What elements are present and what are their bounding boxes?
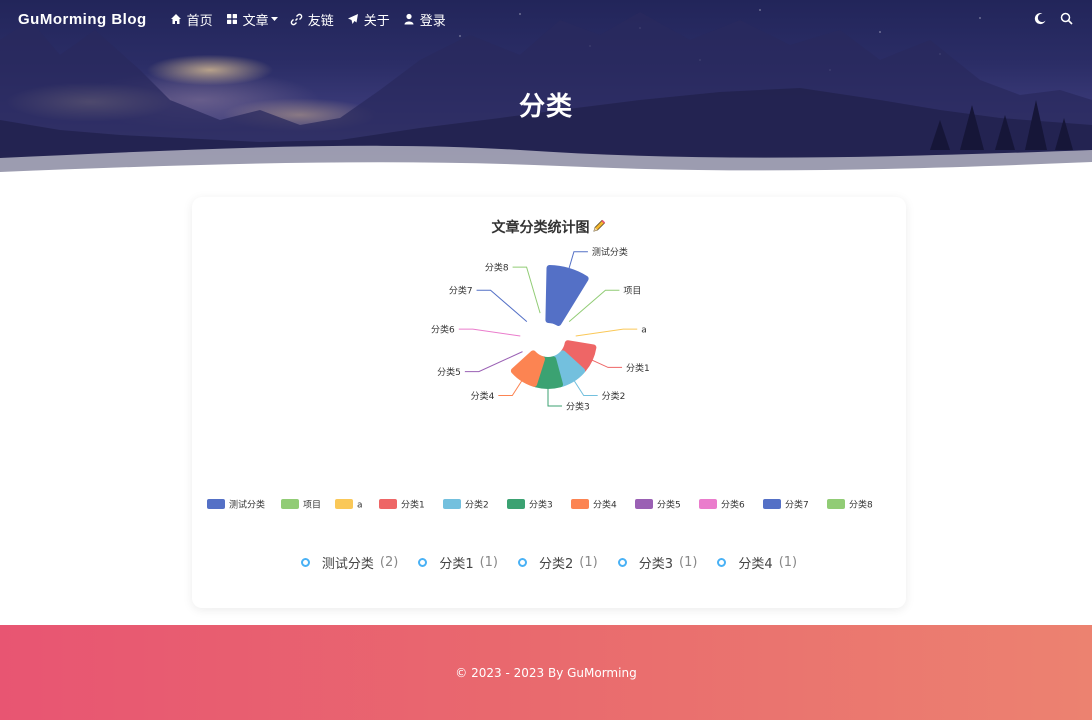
legend-swatch[interactable] — [763, 499, 781, 509]
caret-down-icon — [270, 16, 278, 22]
legend-swatch[interactable] — [827, 499, 845, 509]
label-leader-line — [575, 328, 638, 337]
label-leader-line — [591, 359, 623, 368]
nav-item-label: 首页 — [186, 13, 213, 29]
user-icon — [402, 12, 416, 26]
legend-label[interactable]: a — [357, 501, 363, 511]
legend-label[interactable]: 分类4 — [593, 499, 617, 511]
circle-icon — [617, 558, 627, 567]
slice-label: 分类6 — [431, 324, 455, 336]
circle-icon — [717, 558, 727, 567]
legend-swatch[interactable] — [443, 499, 461, 509]
link-icon — [290, 12, 304, 26]
category-item[interactable]: 分类2 (1) — [518, 553, 598, 572]
legend-swatch[interactable] — [207, 499, 225, 509]
category-item[interactable]: 分类1 (1) — [418, 553, 498, 572]
category-count: (1) — [679, 555, 698, 570]
site-brand[interactable]: GuMorming Blog — [18, 11, 147, 28]
legend-label[interactable]: 项目 — [303, 500, 321, 511]
nav-item-login[interactable]: 登录 — [402, 10, 446, 29]
category-list: 测试分类 (2) 分类1 (1) 分类2 (1) 分类3 (1) 分类4 (1) — [192, 553, 906, 572]
legend-label[interactable]: 分类6 — [721, 499, 745, 511]
category-count: (1) — [479, 555, 499, 570]
nav-item-about[interactable]: 关于 — [346, 10, 390, 29]
circle-icon — [418, 558, 428, 567]
slice-label: 分类3 — [566, 401, 590, 413]
top-navigation: GuMorming Blog 首页 文章 友链 关于 登录 — [0, 0, 1092, 38]
legend-swatch[interactable] — [379, 499, 397, 509]
slice-label: 分类2 — [602, 390, 626, 402]
rose-slice[interactable] — [510, 350, 545, 387]
label-leader-line — [476, 289, 528, 323]
slice-label: 项目 — [623, 286, 641, 297]
label-leader-line — [512, 266, 541, 314]
grid-icon — [225, 12, 239, 26]
nav-item-home[interactable]: 首页 — [169, 10, 213, 29]
slice-label: 分类5 — [437, 366, 461, 378]
category-name: 分类2 — [539, 557, 574, 572]
category-item[interactable]: 分类3 (1) — [617, 553, 698, 572]
nav-item-links[interactable]: 友链 — [290, 10, 334, 29]
legend-swatch[interactable] — [507, 499, 525, 509]
nav-item-label: 关于 — [363, 13, 390, 29]
label-leader-line — [498, 380, 523, 397]
category-card: 文章分类统计图 测试分类 项目 a 分类1 分类2 分类3 分类4 分类5 分类6 分类7 分类8 测… — [192, 197, 906, 608]
paper-plane-icon — [346, 12, 360, 26]
nav-item-label: 文章 — [242, 13, 269, 29]
legend-swatch[interactable] — [699, 499, 717, 509]
legend-label[interactable]: 分类5 — [657, 499, 681, 511]
category-name: 分类1 — [439, 557, 474, 572]
legend-label[interactable]: 分类8 — [849, 499, 873, 511]
legend-label[interactable]: 分类7 — [785, 499, 809, 511]
page-header: GuMorming Blog 首页 文章 友链 关于 登录 分类 — [0, 0, 1092, 182]
slice-label: 测试分类 — [592, 246, 628, 258]
label-leader-line — [458, 328, 521, 337]
nav-item-label: 友链 — [307, 13, 334, 29]
legend-swatch[interactable] — [571, 499, 589, 509]
category-name: 分类4 — [738, 557, 773, 572]
slice-label: 分类7 — [449, 285, 473, 297]
category-name: 测试分类 — [321, 557, 374, 572]
legend-label[interactable]: 测试分类 — [229, 499, 265, 511]
legend-label[interactable]: 分类2 — [465, 499, 489, 511]
category-count: (2) — [379, 555, 399, 570]
legend-swatch[interactable] — [281, 499, 299, 509]
category-item[interactable]: 测试分类 (2) — [300, 553, 399, 572]
rose-slice[interactable] — [545, 265, 589, 326]
category-name: 分类3 — [638, 557, 673, 572]
category-count: (1) — [778, 555, 798, 570]
legend-label[interactable]: 分类1 — [401, 499, 425, 511]
category-count: (1) — [579, 555, 598, 570]
nav-item-label: 登录 — [419, 13, 446, 29]
label-leader-line — [547, 388, 562, 407]
label-leader-line — [568, 251, 588, 270]
home-icon — [169, 12, 183, 26]
slice-label: a — [641, 326, 647, 336]
page-footer: © 2023 - 2023 By GuMorming — [0, 625, 1092, 720]
legend-swatch[interactable] — [335, 499, 353, 509]
circle-icon — [300, 558, 310, 567]
circle-icon — [518, 558, 528, 567]
slice-label: 分类1 — [626, 362, 650, 374]
footer-copyright: © 2023 - 2023 By GuMorming — [455, 665, 637, 680]
dark-mode-icon[interactable] — [1034, 12, 1048, 26]
category-item[interactable]: 分类4 (1) — [717, 553, 797, 572]
search-icon[interactable] — [1060, 12, 1074, 26]
nav-right-tools — [1034, 12, 1074, 26]
slice-label: 分类8 — [485, 262, 509, 274]
legend-swatch[interactable] — [635, 499, 653, 509]
slice-label: 分类4 — [471, 390, 495, 402]
page-title: 分类 — [518, 92, 573, 122]
category-rose-chart: 测试分类项目a分类1分类2分类3分类4分类5分类6分类7分类8测试分类 项目 a 分类… — [207, 246, 873, 511]
legend-label[interactable]: 分类3 — [529, 499, 553, 511]
label-leader-line — [573, 380, 598, 397]
nav-item-articles[interactable]: 文章 — [225, 10, 278, 29]
